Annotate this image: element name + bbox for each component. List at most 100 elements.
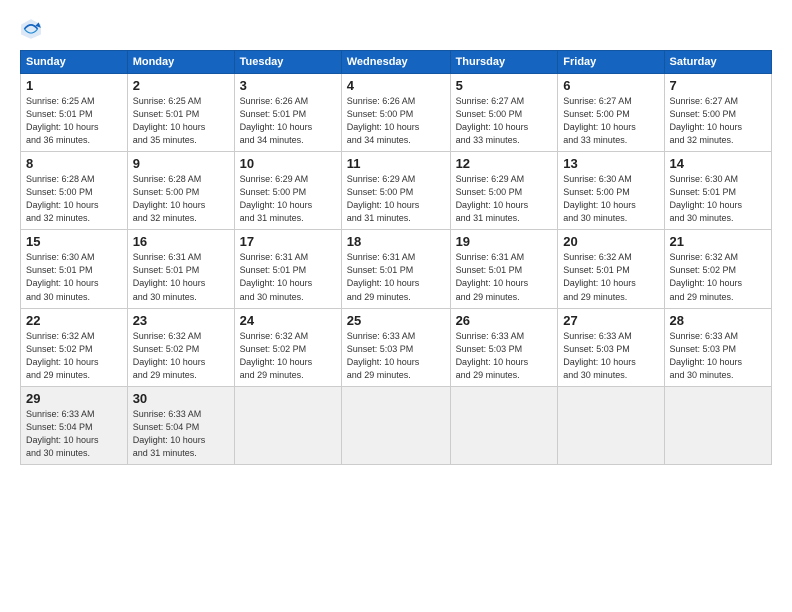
day-number: 1 [26, 78, 122, 93]
day-cell: 22Sunrise: 6:32 AM Sunset: 5:02 PM Dayli… [21, 308, 128, 386]
day-number: 21 [670, 234, 767, 249]
week-row-5: 29 Sunrise: 6:33 AM Sunset: 5:04 PM Dayli… [21, 386, 772, 464]
day-cell: 15Sunrise: 6:30 AM Sunset: 5:01 PM Dayli… [21, 230, 128, 308]
day-number: 24 [240, 313, 336, 328]
week-row-2: 8 Sunrise: 6:28 AM Sunset: 5:00 PM Daylig… [21, 152, 772, 230]
day-number: 14 [670, 156, 767, 171]
day-number: 13 [563, 156, 658, 171]
day-info: Sunrise: 6:27 AM Sunset: 5:00 PM Dayligh… [563, 95, 658, 147]
header-cell-monday: Monday [127, 51, 234, 74]
day-cell: 5Sunrise: 6:27 AM Sunset: 5:00 PM Daylig… [450, 74, 558, 152]
calendar-page: SundayMondayTuesdayWednesdayThursdayFrid… [0, 0, 792, 612]
day-cell: 24 Sunrise: 6:32 AM Sunset: 5:02 PM Dayli… [234, 308, 341, 386]
day-cell: 30Sunrise: 6:33 AM Sunset: 5:04 PM Dayli… [127, 386, 234, 464]
day-number: 3 [240, 78, 336, 93]
day-info: Sunrise: 6:30 AM Sunset: 5:01 PM Dayligh… [26, 251, 122, 303]
day-cell: 13 Sunrise: 6:30 AM Sunset: 5:00 PM Dayli… [558, 152, 664, 230]
day-cell: 25Sunrise: 6:33 AM Sunset: 5:03 PM Dayli… [341, 308, 450, 386]
day-cell: 17 Sunrise: 6:31 AM Sunset: 5:01 PM Dayli… [234, 230, 341, 308]
day-cell [234, 386, 341, 464]
day-cell: 29 Sunrise: 6:33 AM Sunset: 5:04 PM Dayli… [21, 386, 128, 464]
header-cell-saturday: Saturday [664, 51, 772, 74]
day-cell: 2 Sunrise: 6:25 AM Sunset: 5:01 PM Daylig… [127, 74, 234, 152]
logo [20, 18, 46, 40]
day-info: Sunrise: 6:32 AM Sunset: 5:02 PM Dayligh… [240, 330, 336, 382]
day-cell: 26Sunrise: 6:33 AM Sunset: 5:03 PM Dayli… [450, 308, 558, 386]
day-cell: 10 Sunrise: 6:29 AM Sunset: 5:00 PM Dayli… [234, 152, 341, 230]
day-number: 12 [456, 156, 553, 171]
day-info: Sunrise: 6:31 AM Sunset: 5:01 PM Dayligh… [133, 251, 229, 303]
calendar-table: SundayMondayTuesdayWednesdayThursdayFrid… [20, 50, 772, 465]
day-cell: 18 Sunrise: 6:31 AM Sunset: 5:01 PM Dayli… [341, 230, 450, 308]
day-number: 9 [133, 156, 229, 171]
header-cell-friday: Friday [558, 51, 664, 74]
day-number: 16 [133, 234, 229, 249]
week-row-3: 15Sunrise: 6:30 AM Sunset: 5:01 PM Dayli… [21, 230, 772, 308]
day-number: 19 [456, 234, 553, 249]
day-number: 29 [26, 391, 122, 406]
day-info: Sunrise: 6:33 AM Sunset: 5:03 PM Dayligh… [563, 330, 658, 382]
week-row-1: 1 Sunrise: 6:25 AM Sunset: 5:01 PM Daylig… [21, 74, 772, 152]
day-info: Sunrise: 6:27 AM Sunset: 5:00 PM Dayligh… [456, 95, 553, 147]
day-info: Sunrise: 6:31 AM Sunset: 5:01 PM Dayligh… [240, 251, 336, 303]
day-info: Sunrise: 6:27 AM Sunset: 5:00 PM Dayligh… [670, 95, 767, 147]
day-info: Sunrise: 6:32 AM Sunset: 5:02 PM Dayligh… [133, 330, 229, 382]
week-row-4: 22Sunrise: 6:32 AM Sunset: 5:02 PM Dayli… [21, 308, 772, 386]
day-number: 11 [347, 156, 445, 171]
day-cell: 14 Sunrise: 6:30 AM Sunset: 5:01 PM Dayli… [664, 152, 772, 230]
logo-icon [20, 18, 42, 40]
day-info: Sunrise: 6:28 AM Sunset: 5:00 PM Dayligh… [26, 173, 122, 225]
day-info: Sunrise: 6:33 AM Sunset: 5:03 PM Dayligh… [670, 330, 767, 382]
day-cell: 27 Sunrise: 6:33 AM Sunset: 5:03 PM Dayli… [558, 308, 664, 386]
day-cell: 6Sunrise: 6:27 AM Sunset: 5:00 PM Daylig… [558, 74, 664, 152]
day-number: 10 [240, 156, 336, 171]
day-cell [450, 386, 558, 464]
day-number: 20 [563, 234, 658, 249]
day-cell: 11 Sunrise: 6:29 AM Sunset: 5:00 PM Dayli… [341, 152, 450, 230]
day-info: Sunrise: 6:25 AM Sunset: 5:01 PM Dayligh… [26, 95, 122, 147]
day-cell [341, 386, 450, 464]
day-number: 17 [240, 234, 336, 249]
day-cell: 21Sunrise: 6:32 AM Sunset: 5:02 PM Dayli… [664, 230, 772, 308]
header [20, 18, 772, 40]
day-info: Sunrise: 6:31 AM Sunset: 5:01 PM Dayligh… [347, 251, 445, 303]
day-number: 18 [347, 234, 445, 249]
day-cell [664, 386, 772, 464]
day-number: 2 [133, 78, 229, 93]
day-number: 28 [670, 313, 767, 328]
day-info: Sunrise: 6:29 AM Sunset: 5:00 PM Dayligh… [240, 173, 336, 225]
day-number: 8 [26, 156, 122, 171]
header-cell-thursday: Thursday [450, 51, 558, 74]
day-number: 4 [347, 78, 445, 93]
day-number: 30 [133, 391, 229, 406]
day-info: Sunrise: 6:26 AM Sunset: 5:01 PM Dayligh… [240, 95, 336, 147]
day-info: Sunrise: 6:29 AM Sunset: 5:00 PM Dayligh… [456, 173, 553, 225]
day-cell: 12 Sunrise: 6:29 AM Sunset: 5:00 PM Dayli… [450, 152, 558, 230]
day-info: Sunrise: 6:29 AM Sunset: 5:00 PM Dayligh… [347, 173, 445, 225]
day-info: Sunrise: 6:30 AM Sunset: 5:01 PM Dayligh… [670, 173, 767, 225]
day-cell: 3 Sunrise: 6:26 AM Sunset: 5:01 PM Daylig… [234, 74, 341, 152]
day-number: 23 [133, 313, 229, 328]
day-number: 27 [563, 313, 658, 328]
day-cell: 4Sunrise: 6:26 AM Sunset: 5:00 PM Daylig… [341, 74, 450, 152]
day-cell: 8 Sunrise: 6:28 AM Sunset: 5:00 PM Daylig… [21, 152, 128, 230]
day-info: Sunrise: 6:25 AM Sunset: 5:01 PM Dayligh… [133, 95, 229, 147]
day-info: Sunrise: 6:33 AM Sunset: 5:04 PM Dayligh… [26, 408, 122, 460]
day-cell: 7 Sunrise: 6:27 AM Sunset: 5:00 PM Daylig… [664, 74, 772, 152]
day-cell: 23 Sunrise: 6:32 AM Sunset: 5:02 PM Dayli… [127, 308, 234, 386]
day-cell: 1 Sunrise: 6:25 AM Sunset: 5:01 PM Daylig… [21, 74, 128, 152]
day-info: Sunrise: 6:33 AM Sunset: 5:03 PM Dayligh… [347, 330, 445, 382]
day-number: 7 [670, 78, 767, 93]
day-info: Sunrise: 6:28 AM Sunset: 5:00 PM Dayligh… [133, 173, 229, 225]
header-cell-sunday: Sunday [21, 51, 128, 74]
day-info: Sunrise: 6:32 AM Sunset: 5:01 PM Dayligh… [563, 251, 658, 303]
day-cell: 16 Sunrise: 6:31 AM Sunset: 5:01 PM Dayli… [127, 230, 234, 308]
day-cell: 19 Sunrise: 6:31 AM Sunset: 5:01 PM Dayli… [450, 230, 558, 308]
day-info: Sunrise: 6:33 AM Sunset: 5:03 PM Dayligh… [456, 330, 553, 382]
header-cell-tuesday: Tuesday [234, 51, 341, 74]
day-cell: 28 Sunrise: 6:33 AM Sunset: 5:03 PM Dayli… [664, 308, 772, 386]
day-cell: 9 Sunrise: 6:28 AM Sunset: 5:00 PM Daylig… [127, 152, 234, 230]
day-info: Sunrise: 6:30 AM Sunset: 5:00 PM Dayligh… [563, 173, 658, 225]
day-info: Sunrise: 6:31 AM Sunset: 5:01 PM Dayligh… [456, 251, 553, 303]
day-cell [558, 386, 664, 464]
